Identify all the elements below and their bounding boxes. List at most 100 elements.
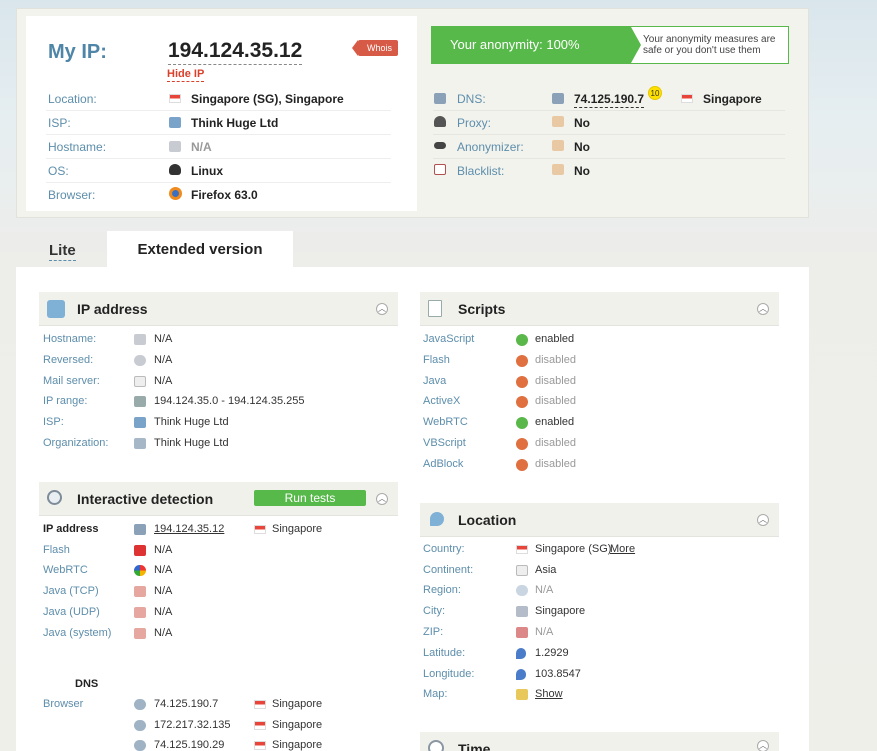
flash-val: N/A bbox=[154, 544, 173, 556]
anonymizer-value: No bbox=[574, 140, 590, 154]
firefox-icon bbox=[169, 187, 182, 200]
hostname-val: N/A bbox=[154, 333, 173, 345]
vbscript-val: disabled bbox=[535, 437, 576, 449]
collapse-icon[interactable]: ︿ bbox=[757, 303, 769, 315]
list-icon bbox=[434, 164, 446, 175]
map-show-link[interactable]: Show bbox=[535, 688, 563, 700]
dns-ip-3: 74.125.190.29 bbox=[154, 739, 225, 751]
dns-ip-2: 172.217.32.135 bbox=[154, 719, 231, 731]
run-tests-button[interactable]: Run tests bbox=[254, 490, 366, 506]
interactive-ip-key: IP address bbox=[43, 523, 99, 535]
mail-key: Mail server: bbox=[43, 375, 100, 387]
location-section-header[interactable]: Location ︿ bbox=[420, 503, 779, 537]
my-ip-value[interactable]: 194.124.35.12 bbox=[168, 38, 303, 65]
divider bbox=[433, 110, 785, 111]
pin-icon bbox=[516, 669, 526, 680]
thumbs-up-icon bbox=[552, 164, 564, 175]
country-val: Singapore (SG) bbox=[535, 543, 612, 555]
webrtc-val: N/A bbox=[154, 564, 173, 576]
dns-country: Singapore bbox=[703, 92, 762, 106]
isp-key: ISP: bbox=[43, 416, 64, 428]
activex-val: disabled bbox=[535, 395, 576, 407]
spy-icon bbox=[434, 116, 446, 127]
adblock-key: AdBlock bbox=[423, 458, 464, 470]
blacklist-label: Blacklist: bbox=[457, 164, 505, 178]
map-key: Map: bbox=[423, 688, 448, 700]
os-label: OS: bbox=[48, 164, 69, 178]
isp-icon bbox=[169, 117, 181, 128]
latitude-key: Latitude: bbox=[423, 647, 466, 659]
tab-extended[interactable]: Extended version bbox=[107, 231, 293, 268]
ip-section-header[interactable]: IP address ︿ bbox=[39, 292, 398, 326]
zip-val: N/A bbox=[535, 626, 554, 638]
collapse-icon[interactable]: ︿ bbox=[376, 493, 388, 505]
whois-button[interactable]: Whois bbox=[351, 40, 399, 56]
adblock-val: disabled bbox=[535, 458, 576, 470]
reverse-icon bbox=[134, 355, 146, 366]
interactive-ip-value[interactable]: 194.124.35.12 bbox=[154, 523, 224, 535]
thumbs-up-icon bbox=[552, 116, 564, 127]
mailbox-icon bbox=[516, 627, 528, 638]
ip-section-title: IP address bbox=[77, 301, 148, 317]
power-icon bbox=[516, 459, 528, 471]
reversed-val: N/A bbox=[154, 354, 173, 366]
java-system-key: Java (system) bbox=[43, 627, 112, 639]
javascript-key: JavaScript bbox=[423, 333, 475, 345]
location-section-title: Location bbox=[458, 512, 517, 528]
flash-key: Flash bbox=[43, 544, 70, 556]
anonymizer-label: Anonymizer: bbox=[457, 140, 524, 154]
java-system-val: N/A bbox=[154, 627, 173, 639]
webrtc-script-key: WebRTC bbox=[423, 416, 468, 428]
mail-icon bbox=[134, 376, 146, 387]
divider bbox=[46, 158, 391, 159]
java-script-key: Java bbox=[423, 375, 447, 387]
tab-lite[interactable]: Lite bbox=[49, 242, 76, 261]
dns-value[interactable]: 74.125.190.7 bbox=[574, 92, 645, 108]
java-icon bbox=[134, 628, 146, 639]
zip-key: ZIP: bbox=[423, 626, 444, 638]
longitude-val: 103.8547 bbox=[535, 668, 581, 680]
divider bbox=[46, 110, 391, 111]
java-tcp-key: Java (TCP) bbox=[43, 585, 99, 597]
map-icon bbox=[516, 689, 528, 700]
location-label: Location: bbox=[48, 92, 97, 106]
flash-script-val: disabled bbox=[535, 354, 576, 366]
webrtc-key: WebRTC bbox=[43, 564, 88, 576]
linux-icon bbox=[169, 164, 181, 175]
glasses-icon bbox=[434, 142, 446, 149]
collapse-icon[interactable]: ︿ bbox=[757, 740, 769, 751]
map-pin-icon bbox=[430, 512, 444, 526]
power-icon bbox=[516, 396, 528, 408]
globe-icon bbox=[47, 300, 65, 318]
network-icon bbox=[134, 524, 146, 535]
scripts-section-title: Scripts bbox=[458, 301, 506, 317]
thumbs-up-icon bbox=[552, 140, 564, 151]
scripts-section-header[interactable]: Scripts ︿ bbox=[420, 292, 779, 326]
continent-icon bbox=[516, 565, 528, 576]
time-section-header[interactable]: Time ︿ bbox=[420, 732, 779, 751]
anonymity-note: Your anonymity measures are safe or you … bbox=[643, 34, 776, 56]
organization-icon bbox=[134, 438, 146, 449]
java-tcp-val: N/A bbox=[154, 585, 173, 597]
interactive-ip-country: Singapore bbox=[272, 523, 323, 535]
power-icon bbox=[516, 355, 528, 367]
country-more-link[interactable]: More bbox=[610, 543, 635, 555]
city-val: Singapore bbox=[535, 605, 586, 617]
dns-browser-key: Browser bbox=[43, 698, 84, 710]
anonymity-box: Your anonymity: 100% Your anonymity meas… bbox=[431, 26, 789, 64]
hide-ip-link[interactable]: Hide IP bbox=[167, 68, 205, 82]
power-icon bbox=[516, 334, 528, 346]
anonymity-score: Your anonymity: 100% bbox=[432, 27, 641, 63]
hostname-label: Hostname: bbox=[48, 140, 107, 154]
flash-script-key: Flash bbox=[423, 354, 450, 366]
latitude-val: 1.2929 bbox=[535, 647, 569, 659]
isp-value: Think Huge Ltd bbox=[191, 116, 279, 130]
pin-icon bbox=[516, 648, 526, 659]
server-icon bbox=[134, 334, 146, 345]
location-value: Singapore (SG), Singapore bbox=[191, 92, 344, 106]
collapse-icon[interactable]: ︿ bbox=[376, 303, 388, 315]
java-icon bbox=[134, 586, 146, 597]
time-section-title: Time bbox=[458, 741, 491, 751]
collapse-icon[interactable]: ︿ bbox=[757, 514, 769, 526]
hostname-key: Hostname: bbox=[43, 333, 97, 345]
